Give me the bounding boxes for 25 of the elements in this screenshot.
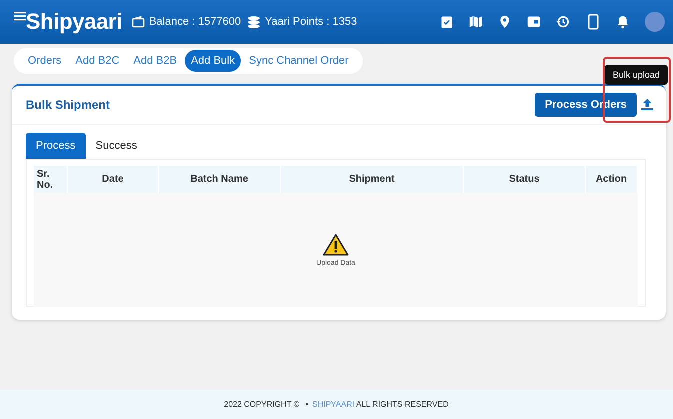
map-icon[interactable] <box>469 15 483 29</box>
coins-icon <box>247 16 262 28</box>
nav-tab[interactable]: Sync Channel Order <box>243 50 355 72</box>
warning-icon <box>323 234 349 256</box>
upload-icon[interactable] <box>641 99 654 111</box>
brand-link[interactable]: SHIPYAARI <box>312 400 355 409</box>
history-icon[interactable] <box>556 15 570 29</box>
bell-icon[interactable] <box>616 15 630 29</box>
tab[interactable]: Process <box>26 133 86 159</box>
location-pin-icon[interactable] <box>498 15 512 29</box>
nav-tab[interactable]: Orders <box>22 50 68 72</box>
points-text: Yaari Points : 1353 <box>265 16 358 28</box>
nav-tab[interactable]: Add B2C <box>70 50 126 72</box>
nav-tab[interactable]: Add Bulk <box>185 50 242 72</box>
nav-tab[interactable]: Add B2B <box>128 50 184 72</box>
tooltip: Bulk upload <box>604 65 668 85</box>
checklist-icon[interactable] <box>440 15 454 29</box>
balance-text: Balance : 1577600 <box>149 16 242 28</box>
wallet-icon <box>132 16 146 28</box>
tab[interactable]: Success <box>86 133 148 159</box>
copyright-text: 2022 COPYRIGHT © • SHIPYAARI ALL RIGHTS RESERVED <box>224 400 449 409</box>
card-title: Bulk Shipment <box>26 98 110 112</box>
menu-icon[interactable] <box>14 12 26 21</box>
wallet-card-icon[interactable] <box>527 15 541 29</box>
logo: Shipyaari <box>26 9 122 35</box>
